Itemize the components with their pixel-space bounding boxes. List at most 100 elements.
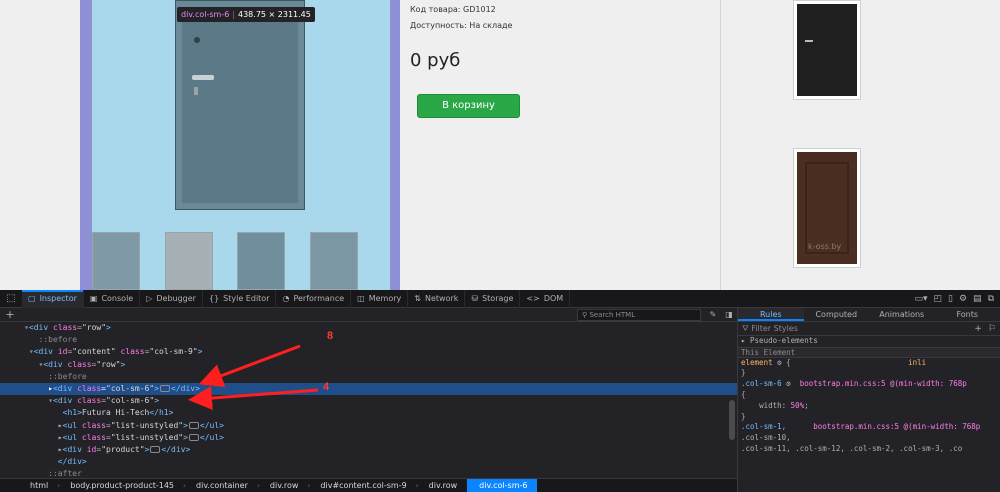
tab-console[interactable]: ▣ Console bbox=[84, 289, 141, 308]
console-icon: ▣ bbox=[89, 294, 98, 303]
breadcrumb-item[interactable]: div.container bbox=[184, 479, 260, 492]
gear-icon: ⚙ bbox=[786, 379, 791, 389]
tooltip-selector: div.col-sm-6 bbox=[181, 10, 230, 19]
tab-debugger[interactable]: ▷ Debugger bbox=[140, 289, 203, 308]
annotation-label-8: 8 bbox=[327, 330, 334, 342]
memory-icon: ◫ bbox=[357, 294, 365, 303]
product-thumbnail[interactable] bbox=[237, 232, 285, 290]
image-watermark: k-oss.by bbox=[808, 242, 842, 251]
tab-storage[interactable]: ⛁ Storage bbox=[465, 289, 521, 308]
tree-scrollbar[interactable] bbox=[729, 400, 735, 440]
toggle-pseudo-class-icon[interactable]: ⚐ bbox=[988, 324, 996, 334]
sidebar-toggle-icon[interactable]: ◨ bbox=[721, 310, 737, 319]
collapsed-content-badge[interactable] bbox=[188, 433, 199, 441]
tab-style-editor[interactable]: {} Style Editor bbox=[203, 289, 277, 308]
dom-icon: <> bbox=[526, 294, 540, 303]
door-lock bbox=[194, 87, 198, 95]
devtools-toolbar: ⬚ ▢ Inspector ▣ Console ▷ Debugger {} Style … bbox=[0, 289, 1000, 308]
settings-gear-icon[interactable]: ⚙ bbox=[959, 294, 967, 304]
tree-node[interactable]: ▸<div id="product"> </div> bbox=[0, 444, 737, 456]
rule-brace: } bbox=[741, 411, 746, 421]
tab-computed[interactable]: Computed bbox=[804, 308, 870, 321]
network-icon: ⇅ bbox=[414, 294, 421, 303]
add-to-cart-button[interactable]: В корзину bbox=[417, 94, 520, 118]
filter-icon: ⛛ bbox=[742, 323, 749, 333]
collapsed-content-badge[interactable] bbox=[150, 445, 161, 453]
column-divider bbox=[720, 0, 721, 290]
tree-node[interactable]: ::before bbox=[0, 334, 737, 346]
breadcrumb-item[interactable]: body.product-product-145 bbox=[58, 479, 186, 492]
tab-label: Storage bbox=[482, 294, 514, 303]
tree-node[interactable]: ▾<div class="col-sm-6"> bbox=[0, 395, 737, 407]
product-price: 0 руб bbox=[410, 50, 461, 71]
tab-label: Debugger bbox=[156, 294, 196, 303]
separate-window-icon[interactable]: ⧉ bbox=[988, 294, 994, 304]
tab-label: Console bbox=[101, 294, 134, 303]
tree-node[interactable]: ▾<div class="row"> bbox=[0, 322, 737, 334]
tab-performance[interactable]: ◔ Performance bbox=[276, 289, 352, 308]
webpage-viewport: div.col-sm-6 | 438.75 × 2311.45 Код товара… bbox=[0, 0, 1000, 290]
breadcrumb-item[interactable]: div.row bbox=[417, 479, 469, 492]
rule-selector[interactable]: .col-sm-6 ⚙ bootstrap.min.css:5 @(min-wi… bbox=[738, 379, 1000, 390]
screenshot-icon[interactable]: ◰ bbox=[934, 294, 943, 304]
tree-node[interactable]: ▾<div id="content" class="col-sm-9"> bbox=[0, 346, 737, 358]
product-info: Код товара: GD1012 Доступность: На склад… bbox=[410, 4, 710, 36]
annotation-label-4: 4 bbox=[323, 381, 330, 393]
tree-node[interactable]: ▸<ul class="list-unstyled"> </ul> bbox=[0, 420, 737, 432]
style-editor-icon: {} bbox=[208, 294, 220, 303]
tree-node[interactable]: ▾<div class="row"> bbox=[0, 359, 737, 371]
related-product-image[interactable]: k-oss.by bbox=[793, 148, 861, 268]
eyedropper-icon[interactable]: ✎ bbox=[705, 310, 721, 319]
breadcrumb-item[interactable]: html bbox=[18, 479, 60, 492]
tab-rules[interactable]: Rules bbox=[738, 308, 804, 321]
tab-label: DOM bbox=[543, 294, 564, 303]
markup-view: + ⚲ Search HTML ✎ ◨ ▾<div class="row"> :… bbox=[0, 308, 737, 492]
element-picker-icon[interactable]: ⬚ bbox=[0, 290, 22, 308]
sidebar-tabs: Rules Computed Animations Fonts bbox=[738, 308, 1000, 322]
tab-memory[interactable]: ◫ Memory bbox=[351, 289, 409, 308]
rule-declaration[interactable]: width: 50%; bbox=[738, 401, 1000, 412]
tree-node[interactable]: ::after bbox=[0, 468, 737, 478]
rule-brace: } bbox=[741, 368, 746, 378]
responsive-design-icon[interactable]: ▭▾ bbox=[914, 294, 927, 304]
dock-icon[interactable]: ▤ bbox=[973, 294, 982, 304]
tab-label: Style Editor bbox=[223, 294, 270, 303]
tab-label: Performance bbox=[293, 294, 345, 303]
filter-styles-input[interactable]: ⛛ Filter Styles bbox=[738, 324, 974, 334]
gear-icon: ⚙ bbox=[777, 357, 782, 367]
tab-dom[interactable]: <> DOM bbox=[520, 289, 571, 308]
element-rule[interactable]: element ⚙ { inli bbox=[738, 358, 1000, 369]
tab-fonts[interactable]: Fonts bbox=[935, 308, 1000, 321]
add-node-icon[interactable]: + bbox=[0, 308, 20, 321]
door-handle bbox=[192, 75, 214, 80]
add-rule-icon[interactable]: + bbox=[974, 324, 982, 334]
frame-icon[interactable]: ▯ bbox=[948, 294, 953, 304]
product-image-main[interactable] bbox=[175, 0, 305, 210]
search-html-input[interactable]: ⚲ Search HTML bbox=[577, 308, 701, 321]
rules-sidebar: Rules Computed Animations Fonts ⛛ Filter… bbox=[737, 308, 1000, 492]
tab-label: Inspector bbox=[39, 294, 77, 303]
breadcrumb-item-active[interactable]: div.col-sm-6 bbox=[467, 478, 538, 492]
product-thumbnail[interactable] bbox=[165, 232, 213, 290]
product-thumbnail[interactable] bbox=[92, 232, 140, 290]
collapsed-content-badge[interactable] bbox=[188, 421, 199, 429]
tree-node[interactable]: <h1>Futura Hi-Tech</h1> bbox=[0, 407, 737, 419]
tab-animations[interactable]: Animations bbox=[869, 308, 935, 321]
pseudo-elements-toggle[interactable]: ▸ Pseudo-elements bbox=[738, 336, 1000, 347]
tree-node[interactable]: ▸<ul class="list-unstyled"> </ul> bbox=[0, 432, 737, 444]
padding-overlay-right bbox=[390, 0, 400, 290]
tree-node[interactable]: </div> bbox=[0, 456, 737, 468]
rule-brace: { bbox=[741, 389, 746, 399]
product-thumbnail[interactable] bbox=[310, 232, 358, 290]
inspector-highlight-tooltip: div.col-sm-6 | 438.75 × 2311.45 bbox=[177, 7, 315, 22]
dom-tree[interactable]: ▾<div class="row"> ::before ▾<div id="co… bbox=[0, 322, 737, 478]
breadcrumb-item[interactable]: div#content.col-sm-9 bbox=[308, 479, 419, 492]
collapsed-content-badge[interactable] bbox=[160, 384, 170, 392]
related-product-image[interactable] bbox=[793, 0, 861, 100]
tab-network[interactable]: ⇅ Network bbox=[408, 289, 466, 308]
tab-inspector[interactable]: ▢ Inspector bbox=[22, 289, 84, 308]
tree-node[interactable]: ::before bbox=[0, 371, 737, 383]
tree-node-selected[interactable]: ▸<div class="col-sm-6"> </div> bbox=[0, 382, 737, 396]
breadcrumb-item[interactable]: div.row bbox=[258, 479, 310, 492]
rule-selector[interactable]: .col-sm-1, bootstrap.min.css:5 @(min-wid… bbox=[738, 422, 1000, 433]
